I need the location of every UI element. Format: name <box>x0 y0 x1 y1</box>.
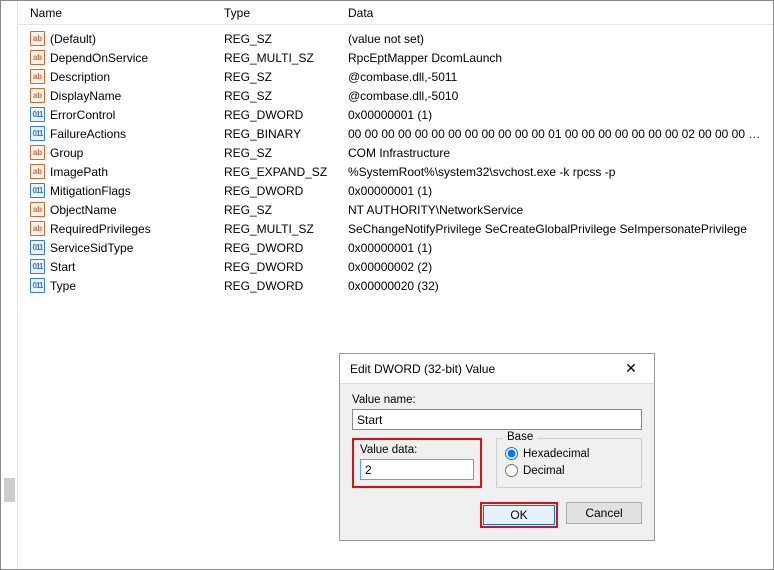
binary-value-icon: 011 <box>30 126 45 141</box>
radio-hexadecimal[interactable]: Hexadecimal <box>505 447 633 460</box>
binary-value-icon: 011 <box>30 259 45 274</box>
value-name-cell: Type <box>50 279 76 293</box>
registry-value-row[interactable]: 011 FailureActions REG_BINARY00 00 00 00 0… <box>18 124 773 143</box>
value-name-cell: ServiceSidType <box>50 241 133 255</box>
value-type-cell: REG_SZ <box>224 203 348 217</box>
registry-value-row[interactable]: 011 Type REG_DWORD0x00000020 (32) <box>18 276 773 295</box>
value-data-cell: 0x00000002 (2) <box>348 260 773 274</box>
radio-hexadecimal-label: Hexadecimal <box>523 448 589 460</box>
value-type-cell: REG_DWORD <box>224 260 348 274</box>
value-type-cell: REG_SZ <box>224 70 348 84</box>
column-headers[interactable]: Name Type Data <box>18 1 773 25</box>
value-name-cell: DependOnService <box>50 51 148 65</box>
value-type-cell: REG_SZ <box>224 146 348 160</box>
value-data-cell: 0x00000020 (32) <box>348 279 773 293</box>
binary-value-icon: 011 <box>30 183 45 198</box>
value-name-cell: DisplayName <box>50 89 121 103</box>
radio-decimal-input[interactable] <box>505 464 518 477</box>
registry-value-row[interactable]: ab DisplayName REG_SZ@combase.dll,-5010 <box>18 86 773 105</box>
value-type-cell: REG_BINARY <box>224 127 348 141</box>
value-name-cell: ErrorControl <box>50 108 115 122</box>
value-name-cell: MitigationFlags <box>50 184 131 198</box>
value-name-label: Value name: <box>352 394 642 406</box>
registry-value-row[interactable]: ab ImagePath REG_EXPAND_SZ%SystemRoot%\sys… <box>18 162 773 181</box>
value-type-cell: REG_MULTI_SZ <box>224 222 348 236</box>
dialog-title: Edit DWORD (32-bit) Value <box>350 362 495 376</box>
value-data-cell: 00 00 00 00 00 00 00 00 00 00 00 00 01 0… <box>348 127 773 141</box>
dialog-titlebar[interactable]: Edit DWORD (32-bit) Value ✕ <box>340 354 654 384</box>
radio-decimal[interactable]: Decimal <box>505 464 633 477</box>
edit-dword-dialog: Edit DWORD (32-bit) Value ✕ Value name: … <box>339 353 655 541</box>
value-name-cell: Start <box>50 260 75 274</box>
ok-button[interactable]: OK <box>483 505 555 525</box>
string-value-icon: ab <box>30 164 45 179</box>
string-value-icon: ab <box>30 202 45 217</box>
value-type-cell: REG_SZ <box>224 32 348 46</box>
value-name-cell: Description <box>50 70 110 84</box>
value-data-cell: 0x00000001 (1) <box>348 184 773 198</box>
value-name-cell: ImagePath <box>50 165 108 179</box>
registry-value-row[interactable]: ab (Default) REG_SZ(value not set) <box>18 29 773 48</box>
radio-hexadecimal-input[interactable] <box>505 447 518 460</box>
registry-value-row[interactable]: ab Group REG_SZCOM Infrastructure <box>18 143 773 162</box>
string-value-icon: ab <box>30 31 45 46</box>
column-header-data[interactable]: Data <box>348 6 773 20</box>
value-name-cell: FailureActions <box>50 127 126 141</box>
column-header-name[interactable]: Name <box>30 6 224 20</box>
value-data-input[interactable] <box>360 459 474 480</box>
registry-value-row[interactable]: 011 MitigationFlags REG_DWORD0x00000001 (1… <box>18 181 773 200</box>
string-value-icon: ab <box>30 88 45 103</box>
value-data-cell: @combase.dll,-5010 <box>348 89 773 103</box>
base-groupbox: Base Hexadecimal Decimal <box>496 438 642 488</box>
value-name-cell: Group <box>50 146 83 160</box>
value-name-cell: ObjectName <box>50 203 117 217</box>
binary-value-icon: 011 <box>30 107 45 122</box>
registry-value-row[interactable]: 011 ErrorControl REG_DWORD0x00000001 (1) <box>18 105 773 124</box>
value-data-cell: 0x00000001 (1) <box>348 241 773 255</box>
value-data-highlight: Value data: <box>352 438 482 488</box>
base-label: Base <box>503 431 537 443</box>
value-name-cell: RequiredPrivileges <box>50 222 151 236</box>
registry-value-row[interactable]: ab ObjectName REG_SZNT AUTHORITY\NetworkSe… <box>18 200 773 219</box>
value-type-cell: REG_DWORD <box>224 241 348 255</box>
string-value-icon: ab <box>30 145 45 160</box>
registry-value-row[interactable]: 011 ServiceSidType REG_DWORD0x00000001 (1) <box>18 238 773 257</box>
radio-decimal-label: Decimal <box>523 465 565 477</box>
value-data-cell: RpcEptMapper DcomLaunch <box>348 51 773 65</box>
string-value-icon: ab <box>30 50 45 65</box>
value-name-input[interactable] <box>352 409 642 430</box>
value-type-cell: REG_EXPAND_SZ <box>224 165 348 179</box>
value-type-cell: REG_DWORD <box>224 184 348 198</box>
value-type-cell: REG_MULTI_SZ <box>224 51 348 65</box>
value-data-label: Value data: <box>360 444 474 456</box>
value-data-cell: @combase.dll,-5011 <box>348 70 773 84</box>
value-type-cell: REG_SZ <box>224 89 348 103</box>
cancel-button[interactable]: Cancel <box>566 502 642 524</box>
binary-value-icon: 011 <box>30 278 45 293</box>
value-data-cell: %SystemRoot%\system32\svchost.exe -k rpc… <box>348 165 773 179</box>
value-type-cell: REG_DWORD <box>224 279 348 293</box>
tree-pane-scrollbar[interactable] <box>1 1 18 569</box>
close-icon[interactable]: ✕ <box>616 358 646 380</box>
ok-button-highlight: OK <box>480 502 558 528</box>
registry-value-row[interactable]: ab DependOnService REG_MULTI_SZRpcEptMappe… <box>18 48 773 67</box>
column-header-type[interactable]: Type <box>224 6 348 20</box>
value-data-cell: COM Infrastructure <box>348 146 773 160</box>
binary-value-icon: 011 <box>30 240 45 255</box>
string-value-icon: ab <box>30 69 45 84</box>
string-value-icon: ab <box>30 221 45 236</box>
value-name-cell: (Default) <box>50 32 96 46</box>
value-data-cell: SeChangeNotifyPrivilege SeCreateGlobalPr… <box>348 222 773 236</box>
registry-value-row[interactable]: 011 Start REG_DWORD0x00000002 (2) <box>18 257 773 276</box>
value-data-cell: (value not set) <box>348 32 773 46</box>
value-data-cell: 0x00000001 (1) <box>348 108 773 122</box>
value-type-cell: REG_DWORD <box>224 108 348 122</box>
value-data-cell: NT AUTHORITY\NetworkService <box>348 203 773 217</box>
registry-value-row[interactable]: ab Description REG_SZ@combase.dll,-5011 <box>18 67 773 86</box>
registry-value-row[interactable]: ab RequiredPrivileges REG_MULTI_SZSeChange… <box>18 219 773 238</box>
